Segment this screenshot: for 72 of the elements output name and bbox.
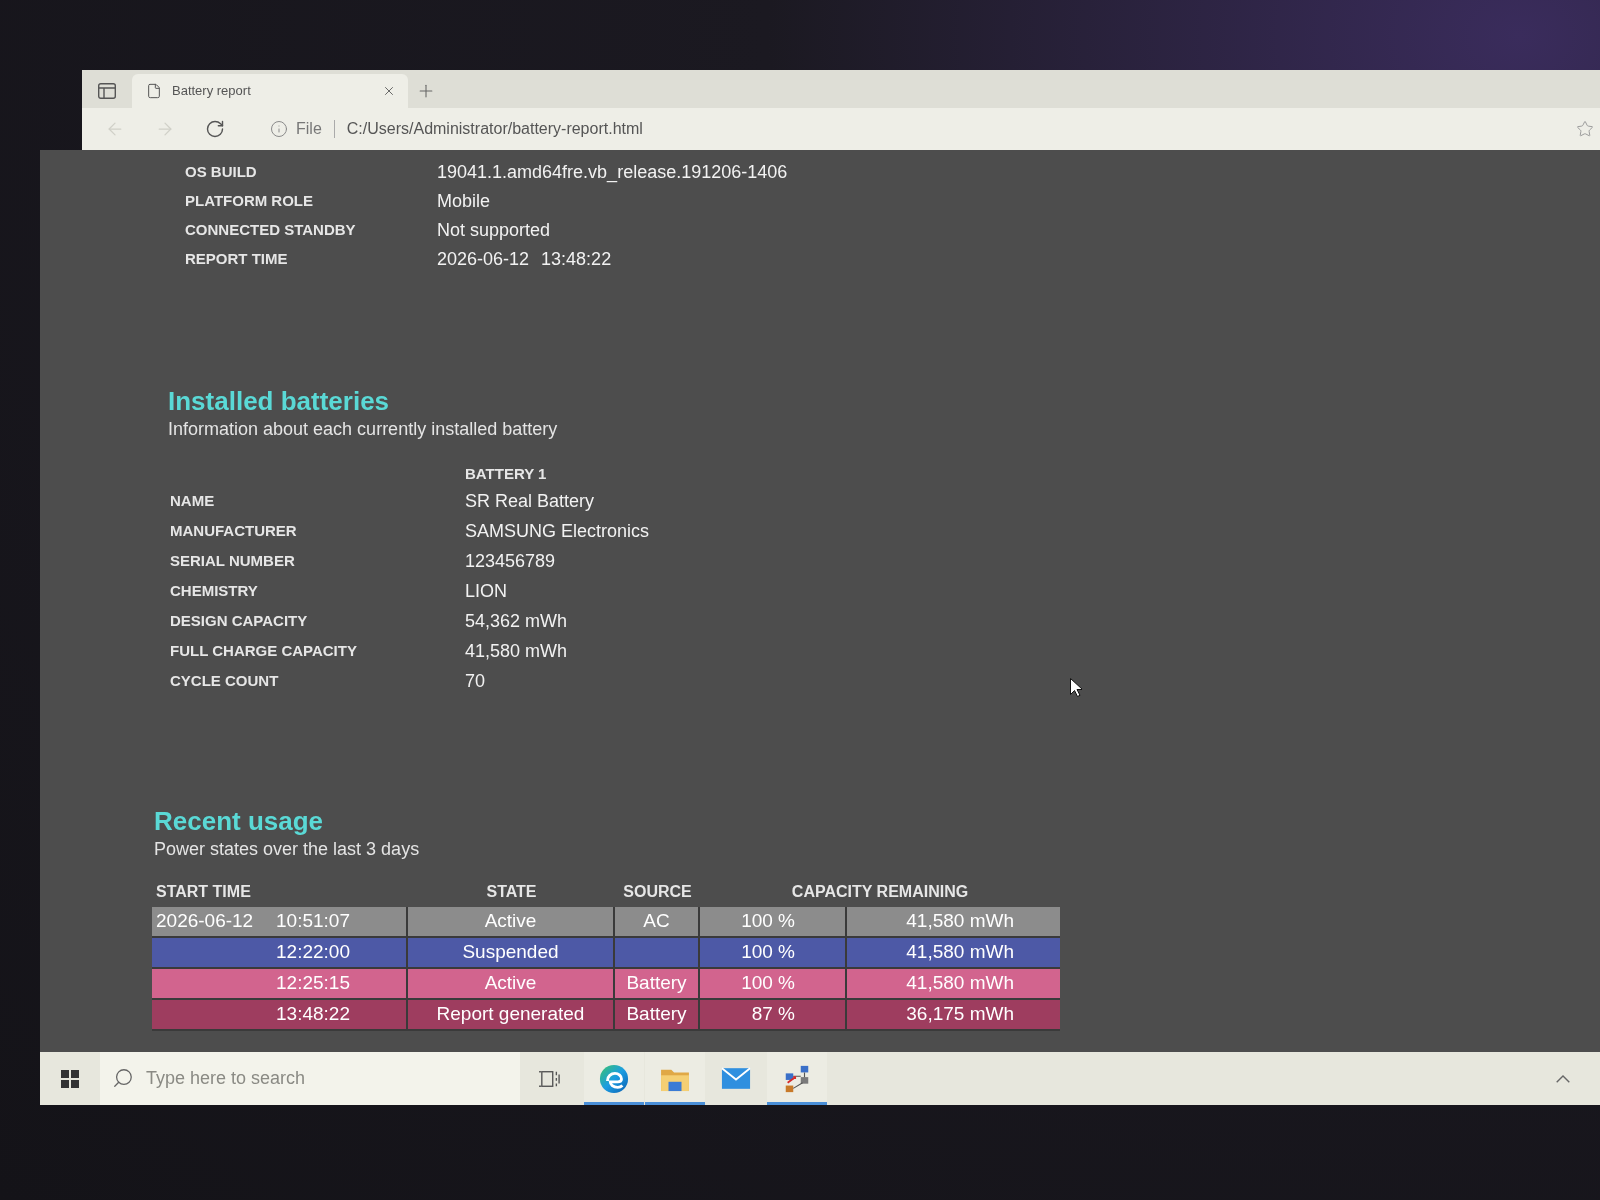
field-label: FULL CHARGE CAPACITY <box>170 640 358 661</box>
time-value: 13:48:22 <box>541 248 612 271</box>
table-cell-text: 2026-06-12 <box>155 909 254 934</box>
browser-tab[interactable]: Battery report <box>132 74 408 108</box>
column-header: CAPACITY REMAINING <box>791 882 969 902</box>
table-cell-text: Active <box>484 971 537 996</box>
field-label: CYCLE COUNT <box>170 670 280 691</box>
envelope-icon <box>721 1067 751 1090</box>
document-icon <box>146 83 162 99</box>
table-cell-text: 100 % <box>741 940 795 965</box>
refresh-icon <box>205 119 225 139</box>
field-label: DESIGN CAPACITY <box>170 610 309 631</box>
swirl-logo-icon <box>599 1063 629 1094</box>
column-header: BATTERY 1 <box>465 463 547 484</box>
scheme-label: File <box>296 119 322 139</box>
field-label: PLATFORM ROLE <box>185 191 315 212</box>
taskbar-app-button[interactable] <box>645 1052 705 1105</box>
table-cell-text: 36,175 mWh <box>906 1002 1014 1027</box>
table-cell-text: Battery <box>626 1002 687 1027</box>
table-cell-text: Battery <box>626 971 687 996</box>
table-cell-text: 12:22:00 <box>276 940 350 965</box>
field-value: 123456789 <box>465 549 556 573</box>
table-cell-text: 10:51:07 <box>276 909 350 934</box>
field-label: NAME <box>170 490 216 511</box>
column-header: START TIME <box>156 882 251 902</box>
window-icon <box>98 83 116 99</box>
field-value: 70 <box>465 669 486 693</box>
table-cell-text: 13:48:22 <box>276 1002 350 1027</box>
four-squares-icon <box>61 1069 79 1088</box>
table-cell-text: 41,580 mWh <box>906 940 1014 965</box>
section-subtitle: Power states over the last 3 days <box>154 838 421 861</box>
field-value: Mobile <box>437 190 491 213</box>
table-cell-text: 12:25:15 <box>276 971 350 996</box>
field-label: SERIAL NUMBER <box>170 550 296 571</box>
search-field[interactable]: Type here to search <box>100 1052 520 1105</box>
info-icon[interactable] <box>270 120 288 138</box>
table-cell-text: Active <box>484 909 537 934</box>
table-cell-text: 87 % <box>751 1002 795 1027</box>
table-cell-text: Report generated <box>436 1002 585 1027</box>
chevron-up-icon <box>1556 1074 1570 1083</box>
section-heading: Installed batteries <box>168 385 391 417</box>
date-value: 2026-06-12 <box>437 248 530 271</box>
section-subtitle: Information about each currently installed battery <box>168 418 559 441</box>
close-icon <box>382 84 396 98</box>
field-label: CHEMISTRY <box>170 580 259 601</box>
field-label: MANUFACTURER <box>170 520 298 541</box>
field-value: Not supported <box>437 219 551 242</box>
task-view-icon <box>539 1068 561 1089</box>
table-cell-text: 100 % <box>741 971 795 996</box>
field-label: OS BUILD <box>185 162 258 183</box>
table-cell-text: AC <box>643 909 670 934</box>
field-value: SAMSUNG Electronics <box>465 519 650 543</box>
field-value: SR Real Battery <box>465 489 595 513</box>
column-header: STATE <box>486 882 537 902</box>
address-field[interactable]: C:/Users/Administrator/battery-report.html <box>346 117 643 141</box>
star-icon[interactable] <box>1576 120 1594 138</box>
field-value: LION <box>465 579 507 603</box>
field-value: 41,580 mWh <box>465 639 568 663</box>
field-value: 54,362 mWh <box>465 609 568 633</box>
field-value: 19041.1.amd64fre.vb_release.191206-1406 <box>437 161 788 185</box>
table-cell-text: 41,580 mWh <box>906 909 1014 934</box>
field-label: CONNECTED STANDBY <box>185 220 357 241</box>
column-header: SOURCE <box>623 882 692 902</box>
search-icon <box>112 1067 134 1089</box>
table-cell-text: 41,580 mWh <box>906 971 1014 996</box>
table-cell-text: Suspended <box>462 940 559 965</box>
field-label: REPORT TIME <box>185 249 289 270</box>
mouse-pointer-icon <box>1070 678 1082 697</box>
table-cell-text: 100 % <box>741 909 795 934</box>
taskbar-app-button[interactable] <box>767 1052 827 1105</box>
taskbar-app-button[interactable] <box>584 1052 644 1105</box>
section-heading: Recent usage <box>154 805 325 837</box>
